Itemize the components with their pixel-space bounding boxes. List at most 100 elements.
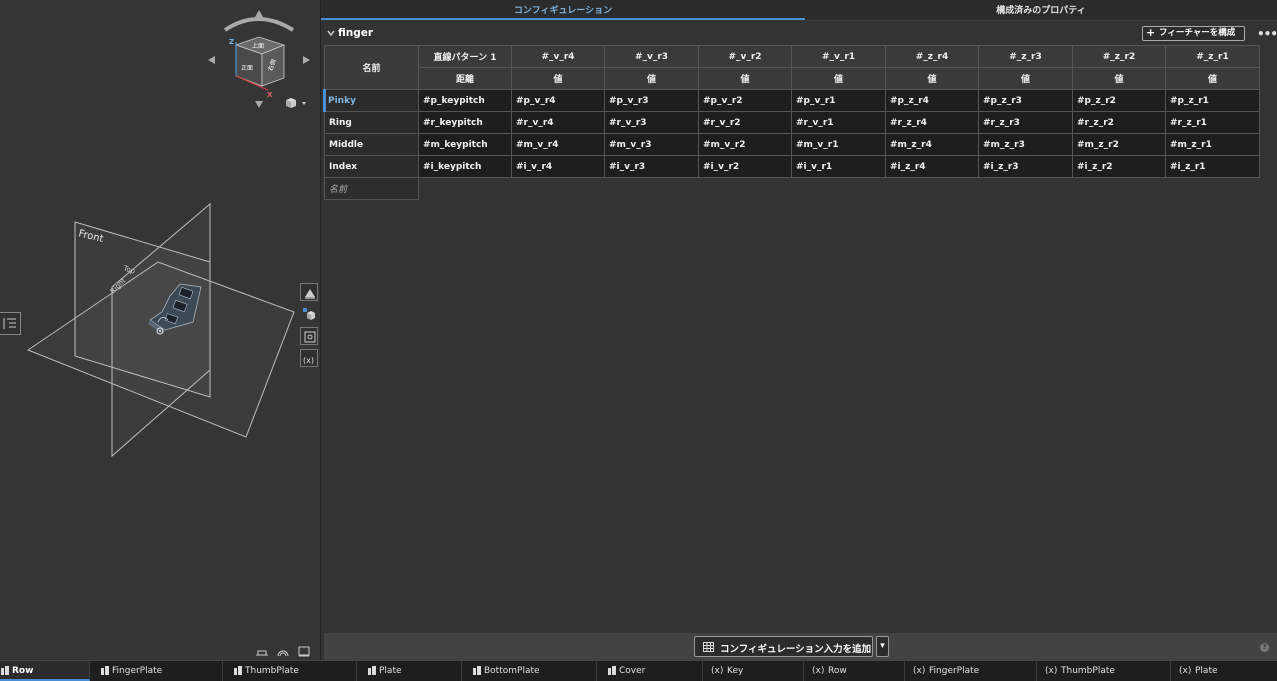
table-cell[interactable]: #r_v_r4	[511, 111, 605, 134]
table-cell[interactable]: #m_z_r3	[978, 133, 1073, 156]
doc-tab-var-fingerplate[interactable]: (x) FingerPlate	[905, 661, 1037, 681]
row-name-cell[interactable]: Pinky	[323, 89, 419, 112]
part-studio-icon	[368, 666, 376, 675]
tab-configured-properties[interactable]: 構成済みのプロパティ	[805, 0, 1277, 20]
view-cube[interactable]: 上面 正面 右側 Z X	[208, 10, 310, 108]
svg-text:正面: 正面	[241, 65, 253, 72]
configure-feature-label: フィーチャーを構成	[1159, 28, 1236, 38]
feature-list-toggle[interactable]	[0, 312, 21, 335]
doc-tab-var-row[interactable]: (x) Row	[804, 661, 905, 681]
doc-tab-bottomplate[interactable]: BottomPlate	[462, 661, 597, 681]
column-feature-header[interactable]: #_z_r1	[1165, 45, 1260, 68]
add-configuration-input-button[interactable]: コンフィギュレーション入力を追加	[694, 636, 873, 657]
row-name-cell[interactable]: Ring	[324, 111, 419, 134]
model-scene[interactable]: Front Top Right 上面 正面 右側 Z X	[0, 0, 320, 660]
variable-studio-icon: (x)	[1045, 666, 1058, 676]
table-cell[interactable]: #i_v_r2	[698, 155, 792, 178]
variable-studio-icon: (x)	[711, 666, 724, 676]
table-cell[interactable]: #i_z_r2	[1072, 155, 1166, 178]
table-cell[interactable]: #p_v_r4	[511, 89, 605, 112]
column-feature-header[interactable]: #_v_r2	[698, 45, 792, 68]
column-feature-header[interactable]: #_v_r3	[604, 45, 699, 68]
table-row[interactable]: Middle #m_keypitch #m_v_r4 #m_v_r3 #m_v_…	[324, 133, 1260, 156]
chevron-down-icon[interactable]	[327, 29, 335, 37]
table-cell[interactable]: #r_v_r3	[604, 111, 699, 134]
more-options-icon[interactable]: •••	[1257, 27, 1277, 41]
named-views-button[interactable]	[300, 305, 318, 323]
column-feature-header[interactable]: #_z_r2	[1072, 45, 1166, 68]
column-feature-header[interactable]: #_v_r4	[511, 45, 605, 68]
doc-tab-plate[interactable]: Plate	[357, 661, 462, 681]
table-cell[interactable]: #r_keypitch	[418, 111, 512, 134]
table-cell[interactable]: #i_keypitch	[418, 155, 512, 178]
mass-properties-icon[interactable]	[297, 645, 311, 657]
feature-header-row: 名前 直線パターン 1 #_v_r4 #_v_r3 #_v_r2 #_v_r1 …	[324, 45, 1260, 90]
name-column-header: 名前	[324, 45, 419, 90]
configurations-panel-button[interactable]	[300, 327, 318, 345]
measure-icon[interactable]	[276, 645, 290, 657]
part-studio-icon	[473, 666, 481, 675]
table-cell[interactable]: #i_v_r3	[604, 155, 699, 178]
table-cell[interactable]: #p_z_r4	[885, 89, 979, 112]
column-feature-header[interactable]: #_z_r4	[885, 45, 979, 68]
column-param-header: 距離	[418, 67, 512, 90]
graphics-viewport[interactable]: Front Top Right 上面 正面 右側 Z X (x)	[0, 0, 321, 660]
variables-panel-button[interactable]: (x)	[300, 349, 318, 367]
table-cell[interactable]: #i_z_r1	[1165, 155, 1260, 178]
configure-feature-button[interactable]: + フィーチャーを構成	[1142, 26, 1245, 41]
column-feature-header[interactable]: #_v_r1	[791, 45, 886, 68]
doc-tab-fingerplate[interactable]: FingerPlate	[90, 661, 223, 681]
view-cube-menu-button[interactable]	[284, 96, 310, 110]
table-row[interactable]: Index #i_keypitch #i_v_r4 #i_v_r3 #i_v_r…	[324, 155, 1260, 178]
doc-tab-var-plate[interactable]: (x) Plate	[1171, 661, 1277, 681]
table-cell[interactable]: #m_v_r4	[511, 133, 605, 156]
table-cell[interactable]: #r_z_r3	[978, 111, 1073, 134]
new-row[interactable]: 名前	[324, 177, 1260, 200]
table-cell[interactable]: #p_z_r1	[1165, 89, 1260, 112]
table-row[interactable]: Pinky #p_keypitch #p_v_r4 #p_v_r3 #p_v_r…	[323, 89, 1260, 112]
table-cell[interactable]: #i_v_r1	[791, 155, 886, 178]
table-cell[interactable]: #p_v_r2	[698, 89, 792, 112]
table-cell[interactable]: #r_v_r2	[698, 111, 792, 134]
table-row[interactable]: Ring #r_keypitch #r_v_r4 #r_v_r3 #r_v_r2…	[324, 111, 1260, 134]
table-cell[interactable]: #m_z_r4	[885, 133, 979, 156]
doc-tab-var-thumbplate[interactable]: (x) ThumbPlate	[1037, 661, 1171, 681]
doc-tab-var-key[interactable]: (x) Key	[703, 661, 804, 681]
mate-connector-icon[interactable]	[255, 645, 269, 657]
table-cell[interactable]: #r_z_r4	[885, 111, 979, 134]
row-name-cell[interactable]: Index	[324, 155, 419, 178]
table-cell[interactable]: #i_v_r4	[511, 155, 605, 178]
doc-tab-cover[interactable]: Cover	[597, 661, 703, 681]
help-icon[interactable]: ?	[1260, 643, 1269, 652]
table-cell[interactable]: #m_z_r2	[1072, 133, 1166, 156]
table-cell[interactable]: #i_z_r4	[885, 155, 979, 178]
doc-tab-thumbplate[interactable]: ThumbPlate	[223, 661, 357, 681]
tab-configurations[interactable]: コンフィギュレーション	[321, 0, 805, 20]
cube-views-icon	[303, 308, 315, 320]
table-cell[interactable]: #r_z_r1	[1165, 111, 1260, 134]
document-tabs: Row FingerPlate ThumbPlate Plate BottomP…	[0, 660, 1277, 681]
column-feature-header[interactable]: 直線パターン 1	[418, 45, 512, 68]
configuration-name[interactable]: finger	[338, 27, 373, 39]
table-cell[interactable]: #m_z_r1	[1165, 133, 1260, 156]
table-cell[interactable]: #r_z_r2	[1072, 111, 1166, 134]
table-cell[interactable]: #p_v_r1	[791, 89, 886, 112]
column-feature-header[interactable]: #_z_r3	[978, 45, 1073, 68]
doc-tab-row[interactable]: Row	[0, 661, 90, 681]
table-cell[interactable]: #m_keypitch	[418, 133, 512, 156]
cube-icon	[286, 98, 306, 108]
table-cell[interactable]: #p_z_r3	[978, 89, 1073, 112]
table-cell[interactable]: #p_z_r2	[1072, 89, 1166, 112]
table-cell[interactable]: #r_v_r1	[791, 111, 886, 134]
table-cell[interactable]: #m_v_r1	[791, 133, 886, 156]
table-cell[interactable]: #m_v_r3	[604, 133, 699, 156]
configuration-table: 名前 直線パターン 1 #_v_r4 #_v_r3 #_v_r2 #_v_r1 …	[323, 45, 1260, 200]
render-mode-button[interactable]	[300, 283, 318, 301]
table-cell[interactable]: #m_v_r2	[698, 133, 792, 156]
row-name-cell[interactable]: Middle	[324, 133, 419, 156]
new-row-name-input[interactable]: 名前	[324, 177, 419, 200]
table-cell[interactable]: #p_keypitch	[418, 89, 512, 112]
table-cell[interactable]: #p_v_r3	[604, 89, 699, 112]
add-input-dropdown-button[interactable]: ▾	[876, 636, 889, 657]
table-cell[interactable]: #i_z_r3	[978, 155, 1073, 178]
